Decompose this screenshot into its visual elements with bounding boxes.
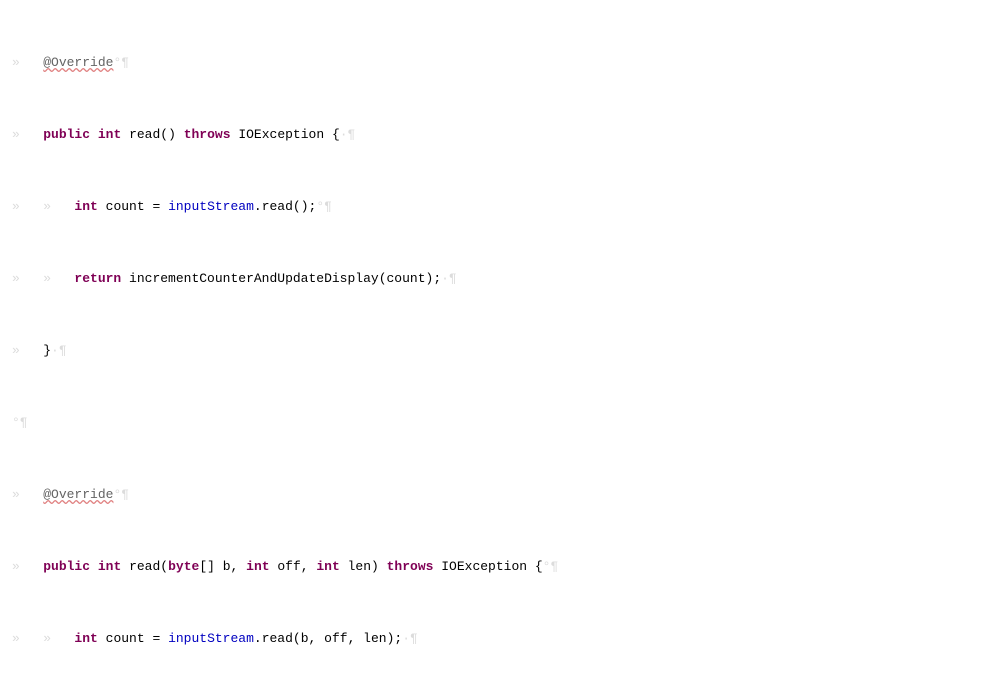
annotation-override: @Override <box>43 487 113 502</box>
code-line: » public int read(byte[] b, int off, int… <box>12 558 1000 576</box>
code-line: °¶ <box>12 414 1000 432</box>
code-line: » public int read() throws IOException {… <box>12 126 1000 144</box>
code-line: » @Override°¶ <box>12 486 1000 504</box>
code-line: » » int count = inputStream.read(b, off,… <box>12 630 1000 648</box>
code-line: » @Override°¶ <box>12 54 1000 72</box>
code-line: » » return incrementCounterAndUpdateDisp… <box>12 270 1000 288</box>
code-editor-view[interactable]: » @Override°¶ » public int read() throws… <box>0 0 1000 680</box>
annotation-override: @Override <box>43 55 113 70</box>
code-line: » }·¶ <box>12 342 1000 360</box>
code-line: » » int count = inputStream.read();°¶ <box>12 198 1000 216</box>
